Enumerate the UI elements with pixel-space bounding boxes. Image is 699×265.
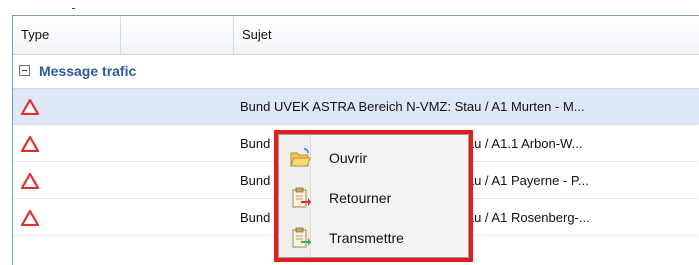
warning-triangle-icon: [21, 210, 39, 226]
menu-item-ouvrir[interactable]: Ouvrir: [281, 141, 466, 175]
warning-triangle-icon: [21, 173, 39, 189]
menu-item-label: Transmettre: [329, 230, 404, 246]
forward-document-icon: [292, 227, 311, 248]
menu-item-label: Retourner: [329, 190, 392, 206]
table-row[interactable]: Bund UVEK ASTRA Bereich N-VMZ: Stau / A1…: [13, 89, 699, 125]
group-label: Message trafic: [39, 63, 137, 79]
menu-item-transmettre[interactable]: Transmettre: [281, 221, 466, 255]
warning-triangle-icon: [21, 99, 39, 115]
context-menu: Ouvrir Retourner Transmettre: [278, 134, 469, 258]
collapse-toggle-icon[interactable]: [19, 65, 30, 76]
subject-cell: Bund UVEK ASTRA Bereich N-VMZ: Stau / A1…: [240, 99, 585, 114]
group-row[interactable]: Message trafic: [13, 55, 699, 89]
top-edge-mark: [72, 8, 75, 9]
column-header-type[interactable]: Type: [13, 16, 121, 54]
column-header-blank[interactable]: [121, 16, 234, 54]
open-folder-icon: [290, 148, 311, 167]
column-header-row: Type Sujet: [13, 16, 699, 55]
return-document-icon: [292, 187, 311, 208]
column-header-subject[interactable]: Sujet: [234, 16, 699, 54]
menu-item-retourner[interactable]: Retourner: [281, 181, 466, 215]
warning-triangle-icon: [21, 136, 39, 152]
menu-item-label: Ouvrir: [329, 150, 368, 166]
